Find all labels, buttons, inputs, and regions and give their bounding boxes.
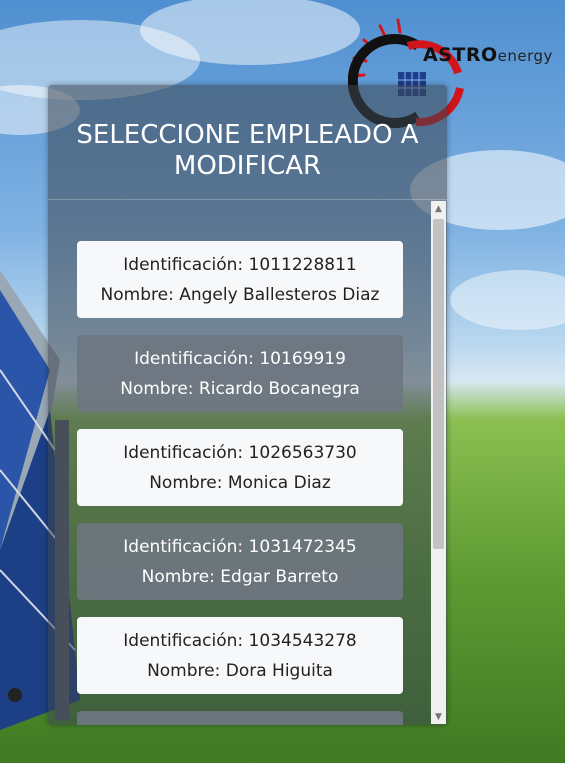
employee-name: Nombre: Monica Diaz [149, 472, 331, 493]
logo-wordmark: ASTROenergy [423, 44, 553, 66]
employee-item[interactable]: Identificación: 1031472345 Nombre: Edgar… [77, 523, 403, 600]
employee-name: Nombre: Dora Higuita [147, 660, 333, 681]
employee-id: Identificación: 1026563730 [123, 442, 357, 463]
list-scrollbar[interactable]: ▲ ▼ [431, 201, 446, 724]
employee-item[interactable] [77, 711, 403, 725]
page-title: SELECCIONE EMPLEADO A MODIFICAR [76, 120, 419, 181]
employee-item[interactable]: Identificación: 10169919 Nombre: Ricardo… [77, 335, 403, 412]
employee-item[interactable]: Identificación: 1011228811 Nombre: Angel… [77, 241, 403, 318]
employee-name: Nombre: Edgar Barreto [141, 566, 339, 587]
scrollbar-thumb[interactable] [433, 219, 444, 549]
employee-item[interactable]: Identificación: 1034543278 Nombre: Dora … [77, 617, 403, 694]
employee-id: Identificación: 1034543278 [123, 630, 357, 651]
employee-id: Identificación: 10169919 [134, 348, 346, 369]
employee-list[interactable]: Identificación: 1011228811 Nombre: Angel… [48, 201, 431, 725]
employee-name: Nombre: Angely Ballesteros Diaz [100, 284, 380, 305]
employee-selection-panel: SELECCIONE EMPLEADO A MODIFICAR Identifi… [48, 85, 447, 725]
employee-id: Identificación: 1031472345 [123, 536, 357, 557]
arrow-down-icon[interactable]: ▼ [431, 709, 446, 724]
arrow-up-icon[interactable]: ▲ [431, 201, 446, 216]
employee-name: Nombre: Ricardo Bocanegra [120, 378, 360, 399]
panel-header: SELECCIONE EMPLEADO A MODIFICAR [48, 85, 447, 200]
employee-id: Identificación: 1011228811 [123, 254, 357, 275]
employee-item[interactable]: Identificación: 1026563730 Nombre: Monic… [77, 429, 403, 506]
logo-text-light: energy [497, 47, 553, 65]
logo-text-bold: ASTRO [423, 44, 498, 66]
